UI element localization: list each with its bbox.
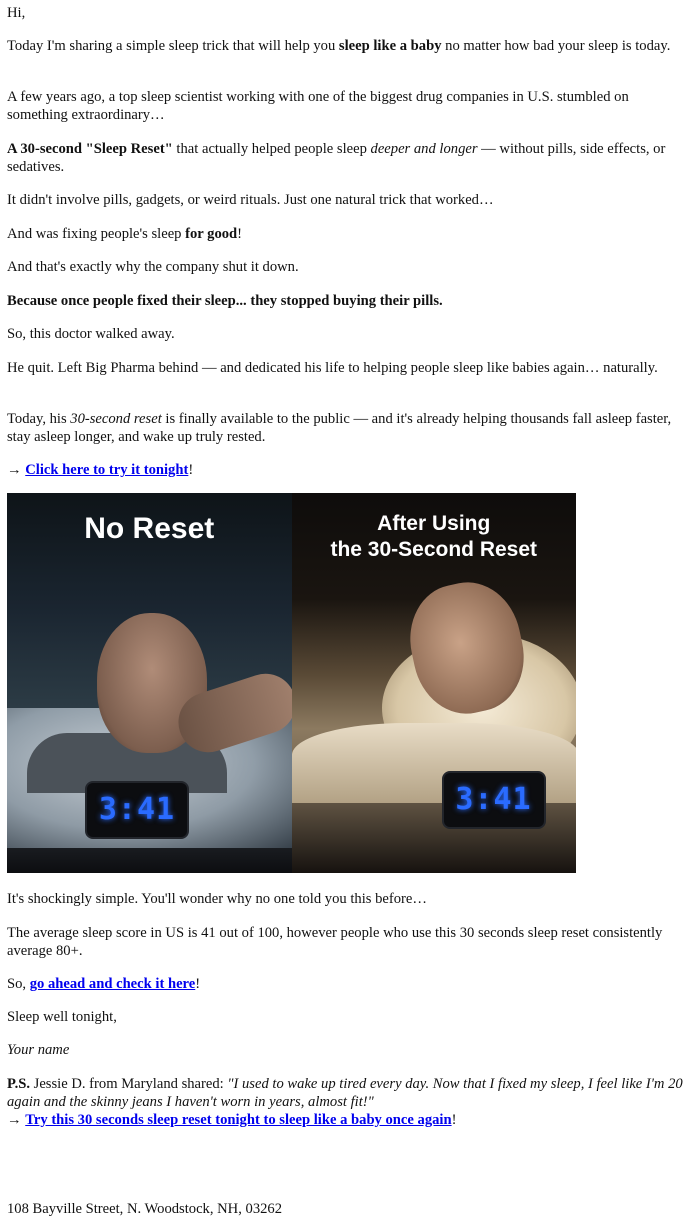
before-after-image[interactable]: No Reset 3:41 After Using the 30-Second R…	[7, 493, 576, 873]
try-reset-link[interactable]: Try this 30 seconds sleep reset tonight …	[25, 1112, 451, 1128]
paragraph-walked-away: So, this doctor walked away.	[7, 326, 175, 342]
cta-try-tonight: → Click here to try it tonight!	[7, 461, 688, 479]
cta-check-pre: So,	[7, 976, 30, 992]
paragraph-discovery: A few years ago, a top sleep scientist w…	[7, 89, 629, 123]
for-good-emphasis: for good	[185, 226, 238, 242]
intro-emphasis: sleep like a baby	[338, 38, 442, 54]
arrow-icon: →	[7, 462, 26, 478]
intro-text: Today I'm sharing a simple sleep trick t…	[7, 38, 339, 54]
intro-text-end: no matter how bad your sleep is today.	[441, 38, 671, 54]
for-good-end: !	[237, 226, 243, 242]
after-reset-title-line-2: the 30-Second Reset	[330, 538, 538, 561]
after-reset-panel: After Using the 30-Second Reset 3:41	[291, 493, 577, 873]
signature: Your name	[7, 1041, 688, 1059]
sleep-reset-italic: deeper and longer	[370, 141, 478, 157]
alarm-clock-left: 3:41	[85, 781, 189, 839]
cta-check-it: So, go ahead and check it here!	[7, 975, 688, 993]
paragraph-shockingly-simple: It's shockingly simple. You'll wonder wh…	[7, 891, 427, 907]
signature-text: Your name	[7, 1042, 70, 1058]
cta-end: !	[451, 1112, 457, 1128]
cta-check-end: !	[195, 976, 201, 992]
paragraph-today: Today, his 30-second reset is finally av…	[7, 410, 688, 446]
after-reset-title: After Using the 30-Second Reset	[292, 511, 577, 563]
no-reset-title: No Reset	[84, 512, 215, 545]
arrow-icon: →	[7, 1112, 26, 1128]
paragraph-sleep-score: The average sleep score in US is 41 out …	[7, 925, 663, 959]
paragraph-natural-trick: It didn't involve pills, gadgets, or wei…	[7, 192, 494, 208]
paragraph-stopped-buying: Because once people fixed their sleep...…	[7, 292, 688, 310]
greeting: Hi,	[7, 5, 26, 21]
after-reset-title-line-1: After Using	[377, 512, 491, 535]
paragraph-intro: Today I'm sharing a simple sleep trick t…	[7, 37, 688, 55]
sleep-reset-title: A 30-second "Sleep Reset"	[7, 141, 173, 157]
check-it-link[interactable]: go ahead and check it here	[30, 976, 196, 992]
today-italic: 30-second reset	[70, 411, 162, 427]
paragraph-for-good: And was fixing people's sleep for good!	[7, 225, 688, 243]
cta-end: !	[188, 462, 194, 478]
ps-text: Jessie D. from Maryland shared:	[30, 1076, 228, 1092]
for-good-text: And was fixing people's sleep	[7, 226, 186, 242]
postscript: P.S. Jessie D. from Maryland shared: "I …	[7, 1075, 688, 1129]
paragraph-quit: He quit. Left Big Pharma behind — and de…	[7, 360, 658, 376]
footer-address: 108 Bayville Street, N. Woodstock, NH, 0…	[7, 1201, 283, 1217]
ps-label: P.S.	[7, 1076, 30, 1092]
signoff: Sleep well tonight,	[7, 1009, 117, 1025]
paragraph-sleep-reset: A 30-second "Sleep Reset" that actually …	[7, 140, 688, 176]
stopped-buying-text: Because once people fixed their sleep...…	[7, 293, 443, 309]
alarm-clock-right: 3:41	[441, 771, 546, 829]
today-text: Today, his	[7, 411, 71, 427]
sleep-reset-text: that actually helped people sleep	[172, 141, 371, 157]
paragraph-shut-down: And that's exactly why the company shut …	[7, 259, 299, 275]
no-reset-panel: No Reset 3:41	[7, 493, 292, 873]
try-tonight-link[interactable]: Click here to try it tonight	[25, 462, 188, 478]
